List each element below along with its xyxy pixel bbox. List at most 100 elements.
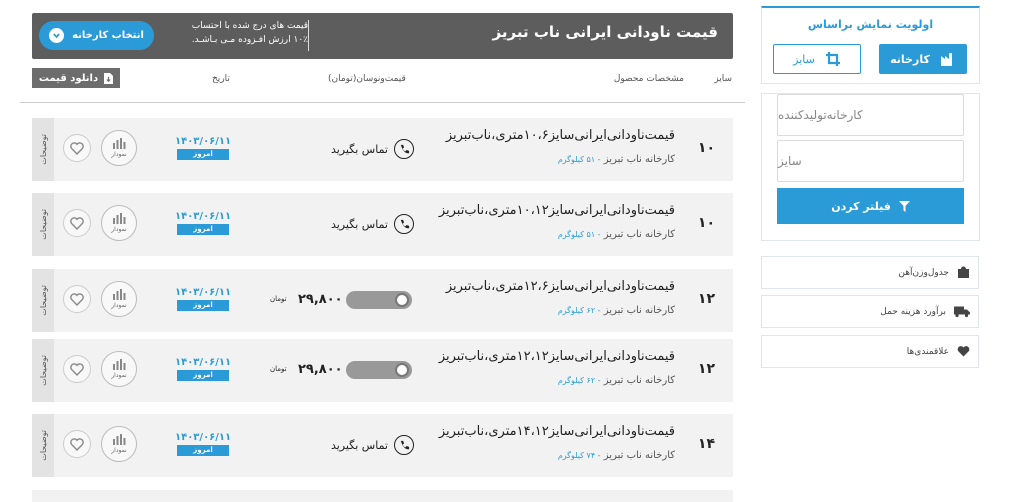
- product-subtitle: کارخانه ناب تبریز - ۵۱ کیلوگرم: [558, 229, 675, 240]
- vat-note: قیمت های درج شده با احتساب ۱۰٪ ارزش افـز…: [170, 19, 308, 47]
- contact-label: تماس بگیرید: [330, 217, 388, 231]
- size-value: ۱۴: [697, 436, 715, 452]
- size-value: ۱۰: [697, 215, 715, 231]
- product-title[interactable]: قیمت‌ناودانی‌ایرانی‌سایز۱۲،۱۲متری،ناب‌تب…: [439, 349, 675, 364]
- phone-icon: [394, 139, 414, 159]
- size-value: ۱۲: [697, 361, 715, 377]
- download-price-button[interactable]: دانلود قیمت: [32, 68, 120, 88]
- favorite-button[interactable]: [63, 209, 91, 237]
- price-unit: تومان: [270, 365, 287, 373]
- product-subtitle: کارخانه ناب تبریز - ۵۱ کیلوگرم: [558, 154, 675, 165]
- product-subtitle: کارخانه ناب تبریز - ۶۲ کیلوگرم: [558, 305, 675, 316]
- price-date: ۱۴۰۳/۰۶/۱۱: [175, 136, 232, 147]
- maker-filter-input[interactable]: کارخانه‌تولیدکننده: [777, 94, 964, 136]
- price-date: ۱۴۰۳/۰۶/۱۱: [175, 357, 232, 368]
- bar-chart-icon: [113, 213, 126, 224]
- chart-button[interactable]: نمودار: [101, 281, 137, 317]
- product-maker: کارخانه ناب تبریز: [603, 229, 675, 240]
- sidebar-link-label: علاقمندی‌ها: [906, 346, 949, 357]
- download-label: دانلود قیمت: [38, 72, 99, 84]
- priority-box: اولویت نمایش براساس کارخانه سایز: [761, 6, 980, 84]
- contact-us-button[interactable]: تماس بگیرید: [322, 138, 414, 160]
- description-tab[interactable]: توضیحات: [32, 269, 54, 332]
- price-value: ۲۹,۸۰۰: [298, 292, 343, 307]
- product-title[interactable]: قیمت‌ناودانی‌ایرانی‌سایز۱۰،۱۲متری،ناب‌تب…: [439, 203, 675, 218]
- today-badge: امروز: [177, 149, 229, 160]
- table-row: ۱۰ قیمت‌ناودانی‌ایرانی‌سایز۱۰،۱۲متری،ناب…: [32, 193, 733, 256]
- sort-by-factory-button[interactable]: کارخانه: [879, 44, 967, 74]
- chart-label: نمودار: [111, 372, 127, 379]
- contact-us-button[interactable]: تماس بگیرید: [322, 213, 414, 235]
- chart-label: نمودار: [111, 302, 127, 309]
- price-fluctuation-toggle[interactable]: [346, 291, 412, 309]
- heart-outline-icon: [70, 362, 84, 376]
- favorite-button[interactable]: [63, 430, 91, 458]
- contact-label: تماس بگیرید: [330, 142, 388, 156]
- factory-label: کارخانه: [890, 52, 930, 66]
- favorite-button[interactable]: [63, 134, 91, 162]
- description-tab[interactable]: توضیحات: [32, 414, 54, 477]
- table-row: ۱۴ قیمت‌ناودانی‌ایرانی‌سایز۱۴،۱۲متری،ناب…: [32, 414, 733, 477]
- description-label: توضیحات: [38, 355, 48, 386]
- product-weight: - ۶۲ کیلوگرم: [557, 376, 601, 385]
- size-value: ۱۰: [697, 140, 715, 156]
- heart-outline-icon: [70, 292, 84, 306]
- page: قیمت ناودانی ایرانی ناب تبریز قیمت های د…: [0, 0, 1024, 502]
- bar-chart-icon: [113, 289, 126, 300]
- vat-note-line1: قیمت های درج شده با احتساب: [191, 21, 308, 31]
- chart-button[interactable]: نمودار: [101, 130, 137, 166]
- col-size: سایز: [714, 74, 732, 84]
- col-date: تاریخ: [212, 74, 230, 84]
- chart-button[interactable]: نمودار: [101, 426, 137, 462]
- favorite-button[interactable]: [63, 355, 91, 383]
- description-label: توضیحات: [38, 209, 48, 240]
- product-weight: - ۷۴ کیلوگرم: [557, 451, 601, 460]
- table-row-partial: [32, 490, 733, 502]
- product-maker: کارخانه ناب تبریز: [603, 450, 675, 461]
- product-title[interactable]: قیمت‌ناودانی‌ایرانی‌سایز۱۰،۶متری،ناب‌تبر…: [446, 128, 675, 143]
- price-cell: ۲۹,۸۰۰ تومان: [270, 361, 412, 381]
- sidebar-link-favorites[interactable]: علاقمندی‌ها: [761, 335, 979, 368]
- sidebar-link-weight-table[interactable]: جدول‌وزن‌آهن: [761, 256, 979, 289]
- sidebar-link-label: جدول‌وزن‌آهن: [898, 267, 949, 278]
- price-fluctuation-toggle[interactable]: [346, 361, 412, 379]
- description-tab[interactable]: توضیحات: [32, 193, 54, 256]
- crop-icon: [825, 52, 840, 66]
- price-date: ۱۴۰۳/۰۶/۱۱: [175, 287, 232, 298]
- product-maker: کارخانه ناب تبریز: [603, 154, 675, 165]
- toggle-knob: [395, 293, 409, 307]
- sidebar: اولویت نمایش براساس کارخانه سایز کارخانه…: [761, 6, 980, 241]
- sidebar-link-shipping-cost[interactable]: برآورد هزینه حمل: [761, 295, 979, 328]
- choose-factory-button[interactable]: انتخاب کارخانه: [39, 21, 154, 50]
- phone-icon: [394, 435, 414, 455]
- toggle-knob: [395, 363, 409, 377]
- today-badge: امروز: [177, 445, 229, 456]
- filter-label: فیلتر کردن: [831, 199, 891, 213]
- sort-by-size-button[interactable]: سایز: [773, 44, 861, 74]
- filter-box: کارخانه‌تولیدکننده سایز فیلتر کردن: [761, 93, 980, 241]
- priority-title: اولویت نمایش براساس: [807, 18, 934, 31]
- price-date: ۱۴۰۳/۰۶/۱۱: [175, 211, 232, 222]
- filter-button[interactable]: فیلتر کردن: [777, 188, 964, 224]
- contact-us-button[interactable]: تماس بگیرید: [322, 434, 414, 456]
- product-maker: کارخانه ناب تبریز: [603, 305, 675, 316]
- file-download-icon: [104, 72, 114, 84]
- chart-label: نمودار: [111, 226, 127, 233]
- heart-outline-icon: [70, 437, 84, 451]
- product-maker: کارخانه ناب تبریز: [603, 375, 675, 386]
- bar-chart-icon: [113, 434, 126, 445]
- description-tab[interactable]: توضیحات: [32, 339, 54, 402]
- product-title[interactable]: قیمت‌ناودانی‌ایرانی‌سایز۱۲،۶متری،ناب‌تبر…: [446, 279, 675, 294]
- today-badge: امروز: [177, 224, 229, 235]
- favorite-button[interactable]: [63, 285, 91, 313]
- product-title[interactable]: قیمت‌ناودانی‌ایرانی‌سایز۱۴،۱۲متری،ناب‌تب…: [439, 424, 675, 439]
- choose-factory-label: انتخاب کارخانه: [72, 30, 144, 41]
- today-badge: امروز: [177, 300, 229, 311]
- chart-button[interactable]: نمودار: [101, 351, 137, 387]
- page-title: قیمت ناودانی ایرانی ناب تبریز: [492, 23, 718, 41]
- weight-icon: [958, 266, 969, 278]
- col-price: قیمت‌ونوسان(تومان): [328, 74, 406, 84]
- chart-button[interactable]: نمودار: [101, 205, 137, 241]
- description-tab[interactable]: توضیحات: [32, 118, 54, 181]
- size-filter-input[interactable]: سایز: [777, 140, 964, 182]
